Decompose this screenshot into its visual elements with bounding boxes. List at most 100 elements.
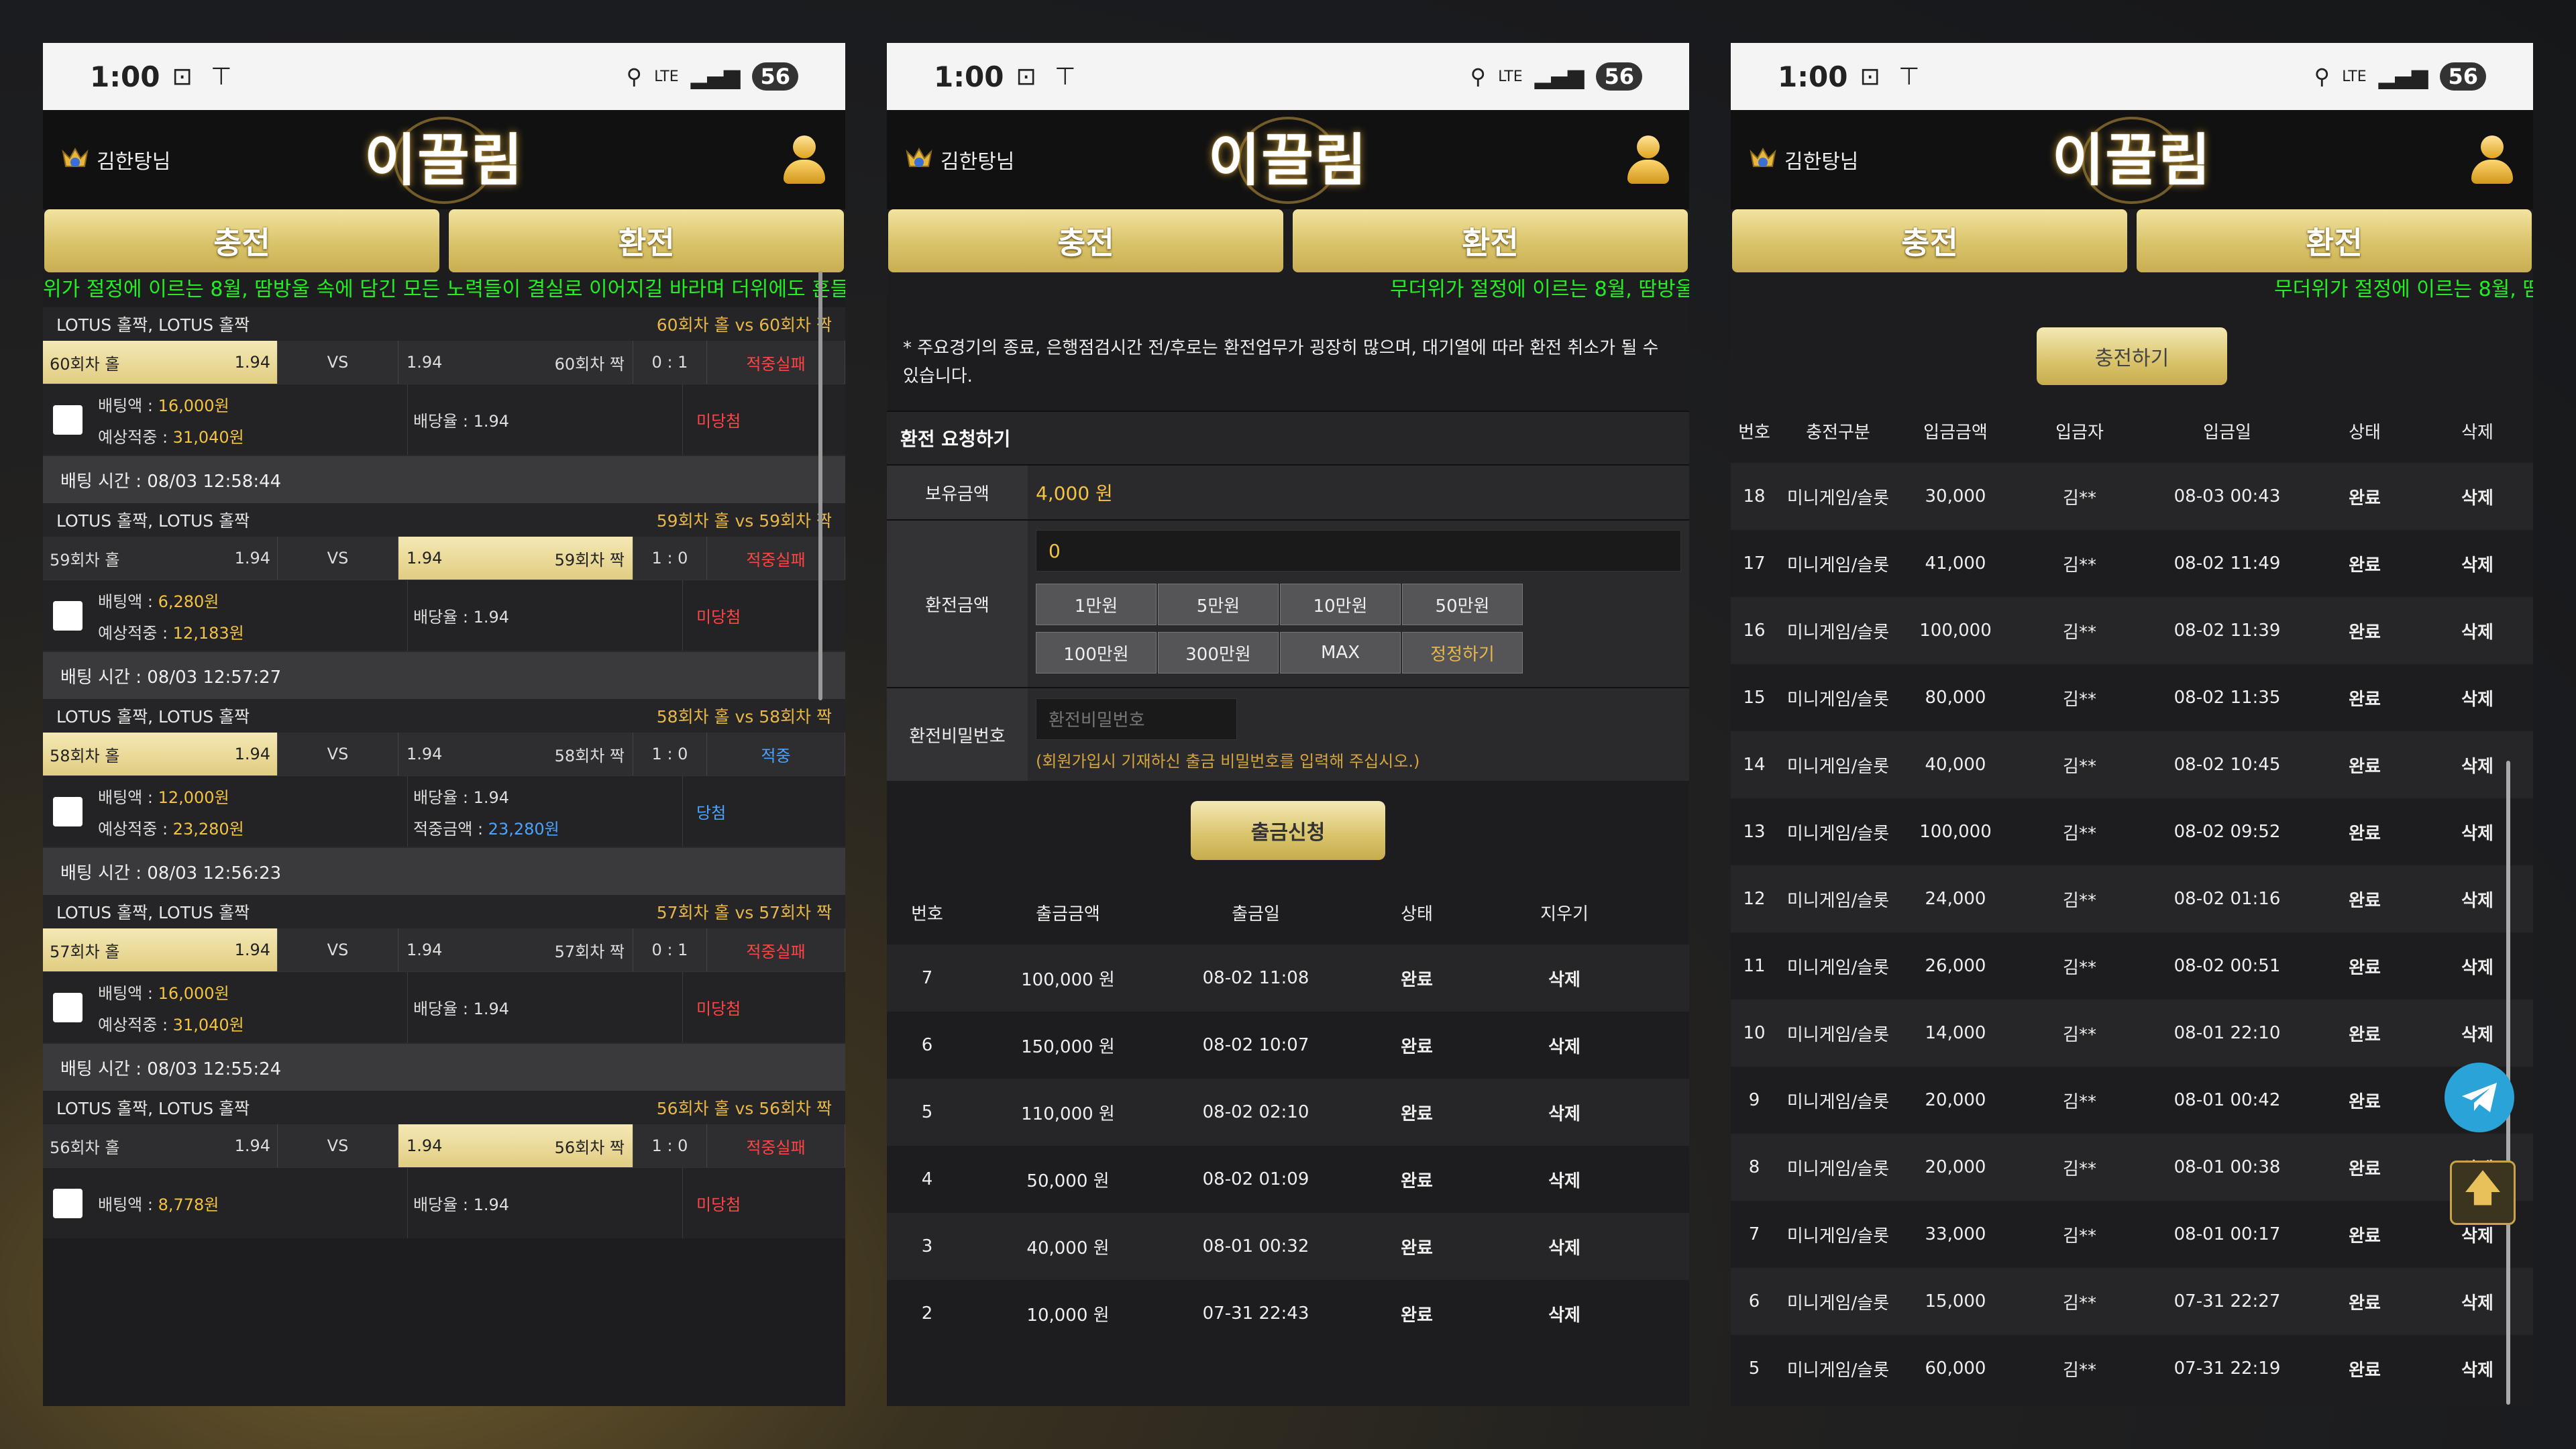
amount-button[interactable]: 100만원	[1036, 632, 1157, 674]
amount-button[interactable]: 300만원	[1158, 632, 1279, 674]
amount-input[interactable]: 0	[1036, 530, 1681, 572]
pick-right-odds: 1.94	[407, 941, 443, 959]
signal-icon: ▂▄▆	[690, 64, 741, 89]
pick-right[interactable]: 1.94 57회차 짝	[398, 928, 633, 971]
delete-button[interactable]: 삭제	[2422, 1289, 2533, 1314]
bet-checkbox[interactable]	[43, 384, 93, 455]
bet-title: LOTUS 홀짝, LOTUS 홀짝	[56, 1099, 250, 1118]
amount-button[interactable]: MAX	[1280, 632, 1401, 674]
pick-left[interactable]: 57회차 홀 1.94	[43, 928, 278, 971]
table-cell: 20,000	[1925, 1090, 1986, 1110]
withdraw-submit-button[interactable]: 출금신청	[1191, 801, 1385, 860]
bet-pick-row: 56회차 홀 1.94 VS 1.94 56회차 짝 1 : 0 적중실패	[43, 1124, 845, 1167]
delete-button[interactable]: 삭제	[2422, 1222, 2533, 1247]
user-avatar-icon[interactable]	[1625, 133, 1672, 186]
score: 0 : 1	[633, 928, 707, 971]
delete-button[interactable]: 삭제	[2422, 954, 2533, 979]
tab-charge[interactable]: 충전	[44, 209, 439, 272]
user-info[interactable]: 김한탕님	[60, 145, 170, 174]
bet-amount-line: 배팅액 : 16,000원	[98, 392, 407, 416]
delete-button[interactable]: 삭제	[2422, 887, 2533, 912]
pick-right[interactable]: 1.94 60회차 짝	[398, 341, 633, 384]
password-input[interactable]: 환전비밀번호	[1036, 698, 1237, 740]
bet-checkbox[interactable]	[43, 972, 93, 1042]
tab-charge[interactable]: 충전	[888, 209, 1283, 272]
amount-button[interactable]: 10만원	[1280, 584, 1401, 625]
table-cell: 김**	[2063, 488, 2096, 508]
table-cell: 07-31 22:43	[1202, 1303, 1309, 1324]
user-avatar-icon[interactable]	[781, 133, 828, 186]
amount-button[interactable]: 5만원	[1158, 584, 1279, 625]
pick-left[interactable]: 58회차 홀 1.94	[43, 733, 278, 775]
user-avatar-icon[interactable]	[2469, 133, 2516, 186]
pick-left[interactable]: 56회차 홀 1.94	[43, 1124, 278, 1167]
delete-button[interactable]: 삭제	[2422, 1356, 2533, 1381]
win-amount-line: 적중금액 : 23,280원	[413, 816, 682, 839]
delete-button[interactable]: 삭제	[2422, 619, 2533, 643]
delete-button[interactable]: 삭제	[2422, 820, 2533, 845]
delete-button[interactable]: 삭제	[1491, 1167, 1638, 1192]
delete-button[interactable]: 삭제	[1491, 1234, 1638, 1259]
notification-icons: ⊡ ⊤	[1016, 62, 1081, 91]
site-logo[interactable]: 이끌림	[2052, 115, 2212, 197]
table-cell: 미니게임/슬롯	[1786, 488, 1890, 508]
delete-button[interactable]: 삭제	[2422, 551, 2533, 576]
status-bar: 1:00 ⊡ ⊤ ⚲ LTE ▂▄▆ 56	[43, 43, 845, 110]
tab-exchange[interactable]: 환전	[1293, 209, 1688, 272]
table-cell: 100,000 원	[1021, 969, 1115, 990]
arrow-up-icon[interactable]: 🡅	[2450, 1161, 2516, 1225]
amount-button[interactable]: 정정하기	[1402, 632, 1523, 674]
table-cell: 08-02 01:16	[2174, 889, 2281, 909]
score: 0 : 1	[633, 341, 707, 384]
table-cell: 08-02 11:49	[2174, 553, 2281, 574]
scrollbar[interactable]	[818, 271, 822, 700]
bet-checkbox[interactable]	[43, 1168, 93, 1238]
odds-value: 1.94	[473, 1195, 510, 1214]
user-info[interactable]: 김한탕님	[904, 145, 1014, 174]
pick-right[interactable]: 1.94 58회차 짝	[398, 733, 633, 775]
delete-button[interactable]: 삭제	[1491, 1100, 1638, 1125]
table-cell: 12	[1743, 889, 1766, 909]
table-cell: 김**	[2063, 1091, 2096, 1112]
pick-right[interactable]: 1.94 56회차 짝	[398, 1124, 633, 1167]
bet-checkbox[interactable]	[43, 580, 93, 651]
telegram-icon[interactable]	[2445, 1063, 2514, 1132]
pick-left-label: 60회차 홀	[50, 354, 120, 374]
column-header: 삭제	[2461, 422, 2493, 443]
status-right: ⚲ LTE ▂▄▆ 56	[1470, 62, 1642, 91]
table-row: 18 미니게임/슬롯 30,000 김** 08-03 00:43 완료 삭제	[1731, 463, 2533, 530]
bet-card: LOTUS 홀짝, LOTUS 홀짝 59회차 홀 vs 59회차 짝 59회차 홀…	[43, 503, 845, 651]
bet-amount-label: 배팅액 :	[98, 983, 158, 1003]
delete-button[interactable]: 삭제	[1491, 966, 1638, 991]
delete-button[interactable]: 삭제	[2422, 484, 2533, 509]
charge-button[interactable]: 충전하기	[2037, 327, 2227, 385]
bet-amount-line: 배팅액 : 8,778원	[98, 1191, 407, 1215]
tab-exchange[interactable]: 환전	[449, 209, 844, 272]
pick-left[interactable]: 59회차 홀 1.94	[43, 537, 278, 580]
delete-button[interactable]: 삭제	[1491, 1301, 1638, 1326]
table-cell: 11	[1743, 956, 1766, 976]
amount-button[interactable]: 50만원	[1402, 584, 1523, 625]
site-logo[interactable]: 이끌림	[364, 115, 524, 197]
amount-button[interactable]: 1만원	[1036, 584, 1157, 625]
bet-info: 배팅액 : 16,000원 예상적중 : 31,040원 배당율 : 1.94 미당첨	[43, 384, 845, 455]
tab-exchange[interactable]: 환전	[2137, 209, 2532, 272]
pick-left[interactable]: 60회차 홀 1.94	[43, 341, 278, 384]
bet-checkbox[interactable]	[43, 776, 93, 847]
user-info[interactable]: 김한탕님	[1748, 145, 1858, 174]
table-cell: 7	[1748, 1224, 1760, 1244]
site-logo[interactable]: 이끌림	[1208, 115, 1368, 197]
delete-button[interactable]: 삭제	[1491, 1033, 1638, 1058]
bet-amount: 6,280원	[158, 592, 219, 611]
table-cell: 15,000	[1925, 1291, 1986, 1311]
delete-button[interactable]: 삭제	[2422, 753, 2533, 777]
bet-amount: 16,000원	[158, 396, 229, 415]
pick-right[interactable]: 1.94 59회차 짝	[398, 537, 633, 580]
delete-button[interactable]: 삭제	[2422, 1021, 2533, 1046]
status-time: 1:00	[934, 60, 1004, 93]
pick-right-label: 58회차 짝	[554, 746, 625, 765]
table-cell: 8	[1748, 1157, 1760, 1177]
column-header: 상태	[2349, 422, 2381, 443]
tab-charge[interactable]: 충전	[1732, 209, 2127, 272]
delete-button[interactable]: 삭제	[2422, 686, 2533, 710]
